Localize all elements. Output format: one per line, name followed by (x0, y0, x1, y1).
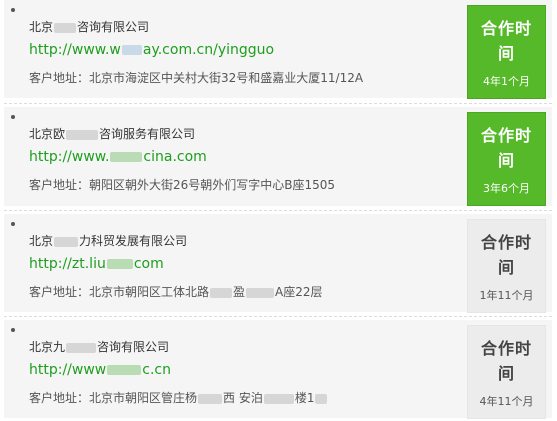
redacted-blur (110, 152, 143, 162)
row-divider (4, 103, 552, 104)
redacted-blur (66, 129, 99, 140)
address-part: 盈 (233, 285, 246, 299)
bullet-icon (11, 115, 15, 119)
redacted-blur (54, 22, 77, 33)
company-name-part: 咨询有限公司 (97, 340, 170, 354)
cooperation-time-badge: 合作时间 1年11个月 (467, 219, 546, 313)
client-card: 北京欧 咨询服务有限公司 http://www. cina.com 客户地址：朝阳区… (4, 107, 552, 206)
redacted-blur (263, 393, 294, 404)
company-name-part: 力科贸发展有限公司 (79, 234, 188, 248)
company-url-link[interactable]: http://www. cina.com (29, 149, 207, 165)
company-name-part: 北京 (29, 234, 54, 248)
client-address: 客户地址：北京市朝阳区管庄杨 西 安泊 楼1 (29, 389, 328, 406)
cooperation-time-label: 合作时间 (480, 339, 532, 383)
company-name-part: 北京九 (29, 340, 66, 354)
redacted-blur (210, 287, 233, 298)
company-url-link[interactable]: http://www.w ay.com.cn/yingguo (29, 42, 274, 58)
company-name: 北京 力科贸发展有限公司 (29, 232, 187, 249)
company-name: 北京 咨询有限公司 (29, 18, 149, 35)
url-part[interactable]: http://www (29, 362, 106, 378)
redacted-blur (54, 236, 79, 247)
redacted-blur (107, 365, 142, 375)
cooperation-time-label: 合作时间 (480, 233, 532, 277)
bullet-icon (11, 8, 15, 12)
cooperation-duration: 3年6个月 (483, 182, 530, 195)
url-part[interactable]: http://www. (29, 149, 109, 165)
client-address: 客户地址：北京市朝阳区工体北路 盈 A座22层 (29, 283, 323, 300)
client-card: 北京九 咨询有限公司 http://www c.cn 客户地址：北京市朝阳区管庄杨 西… (4, 320, 552, 419)
cooperation-duration: 4年1个月 (483, 75, 530, 88)
bullet-icon (11, 222, 15, 226)
address-part: 楼1 (294, 391, 315, 405)
url-part[interactable]: http://zt.liu (29, 256, 106, 272)
company-name-part: 北京欧 (29, 127, 66, 141)
cooperation-time-badge: 合作时间 4年1个月 (467, 5, 546, 99)
row-divider (4, 316, 552, 317)
company-name: 北京九 咨询有限公司 (29, 338, 169, 355)
company-url-link[interactable]: http://www c.cn (29, 362, 171, 378)
bullet-icon (11, 328, 15, 332)
client-card: 北京 力科贸发展有限公司 http://zt.liu com 客户地址：北京市朝阳区… (4, 214, 552, 313)
address-part: 客户地址：北京市朝阳区工体北路 (29, 285, 210, 299)
address-part: 客户地址：北京市朝阳区管庄杨 (29, 391, 198, 405)
address-part: 西 安泊 (223, 391, 263, 405)
url-part[interactable]: ay.com.cn/yingguo (143, 42, 274, 58)
cooperation-time-badge: 合作时间 4年11个月 (467, 325, 546, 419)
company-name: 北京欧 咨询服务有限公司 (29, 125, 195, 142)
row-divider (4, 210, 552, 211)
redacted-blur (198, 393, 223, 404)
url-part[interactable]: c.cn (142, 362, 171, 378)
redacted-blur (106, 259, 133, 269)
cooperation-time-badge: 合作时间 3年6个月 (467, 112, 546, 206)
redacted-blur (246, 287, 275, 298)
cooperation-duration: 4年11个月 (479, 395, 534, 408)
client-address: 客户地址：朝阳区朝外大街26号朝外们写字中心B座1505 (29, 178, 336, 192)
url-part[interactable]: http://www.w (29, 42, 121, 58)
company-name-part: 咨询服务有限公司 (99, 127, 196, 141)
cooperation-time-label: 合作时间 (480, 126, 532, 170)
url-part[interactable]: cina.com (143, 149, 206, 165)
redacted-blur (121, 45, 142, 55)
client-address: 客户地址：北京市海淀区中关村大街32号和盛嘉业大厦11/12A (29, 71, 364, 85)
client-card: 北京 咨询有限公司 http://www.w ay.com.cn/yingguo 客… (4, 0, 552, 99)
company-url-link[interactable]: http://zt.liu com (29, 256, 164, 272)
cooperation-time-label: 合作时间 (480, 19, 532, 63)
redacted-blur (315, 393, 328, 404)
redacted-blur (66, 342, 97, 353)
cooperation-duration: 1年11个月 (479, 289, 534, 302)
company-name-part: 北京 (29, 20, 54, 34)
address-part: A座22层 (275, 285, 323, 299)
url-part[interactable]: com (134, 256, 164, 272)
company-name-part: 咨询有限公司 (77, 20, 150, 34)
